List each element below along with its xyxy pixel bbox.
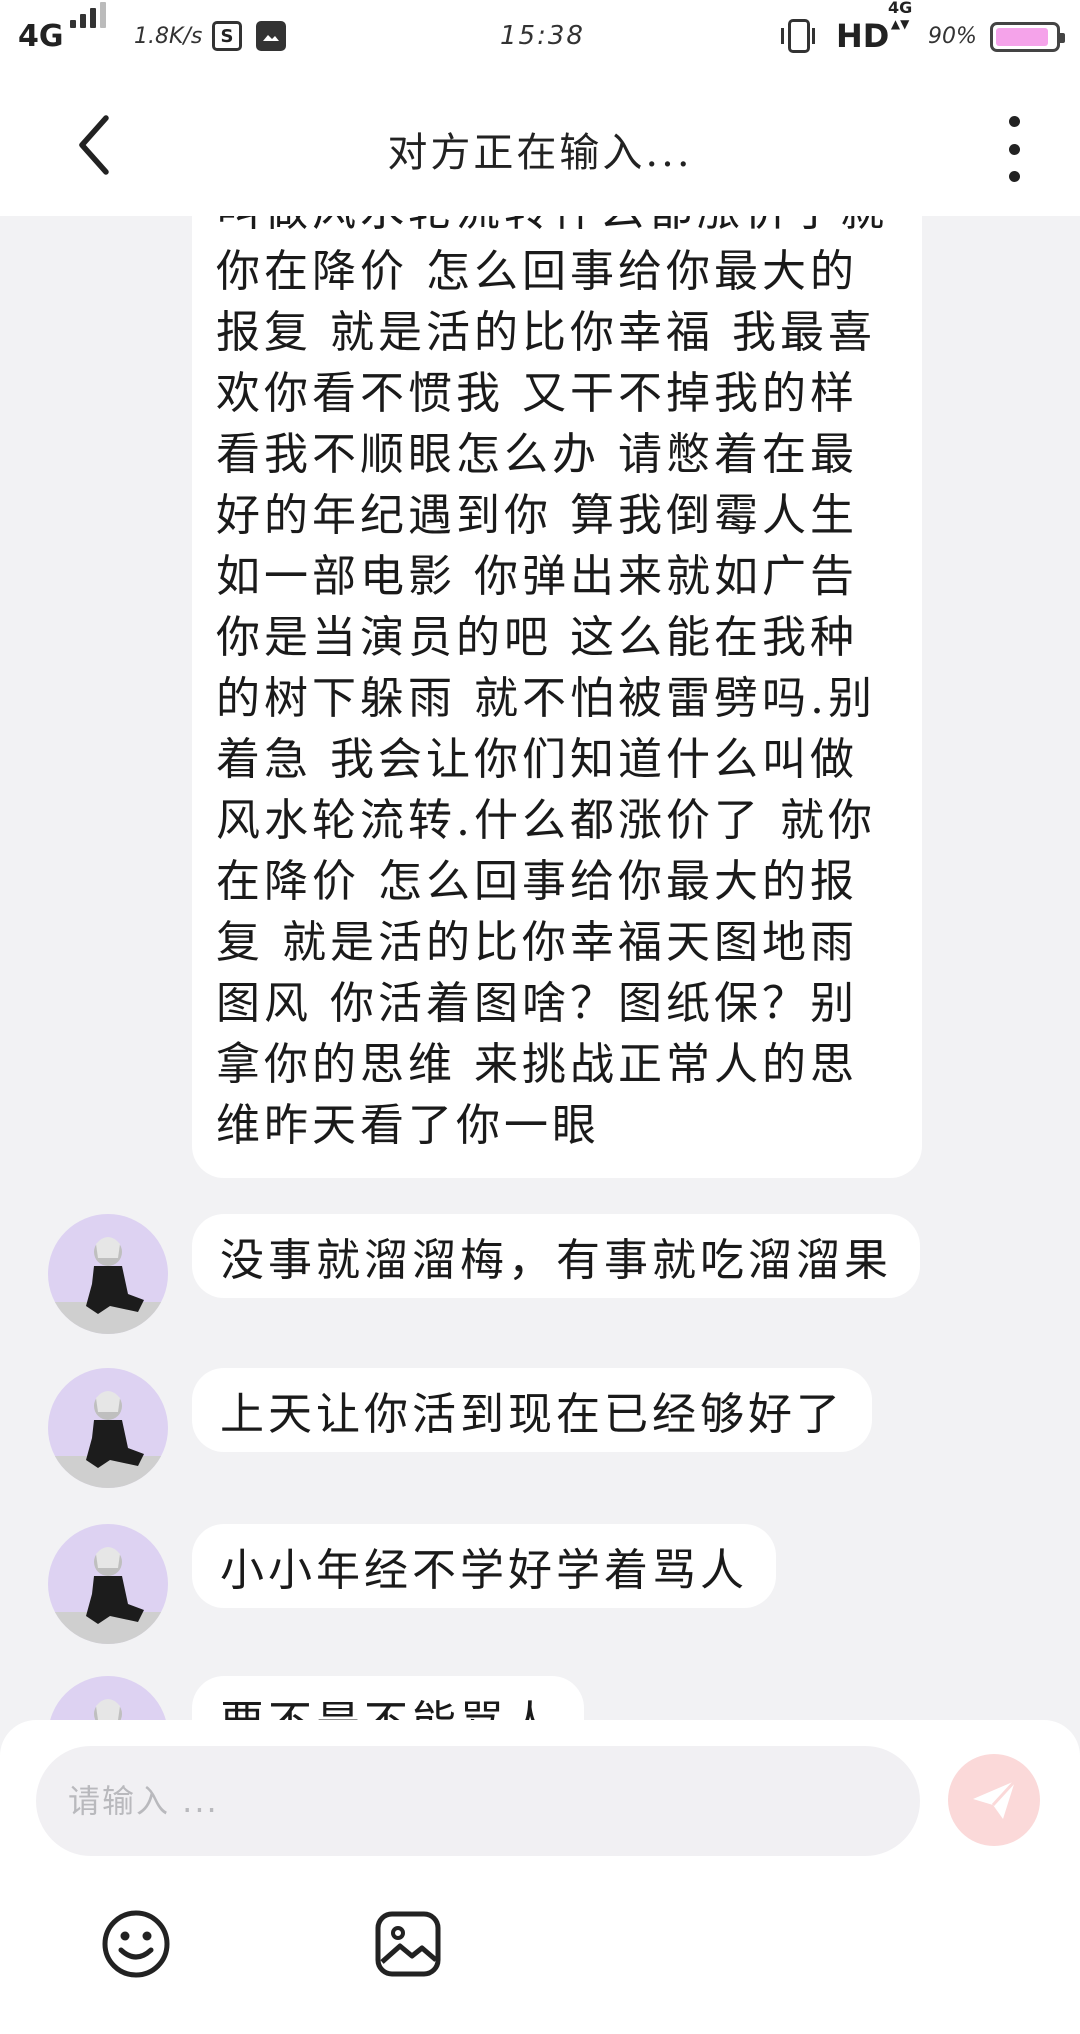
avatar-figure-icon	[48, 1547, 168, 1644]
message-bubble[interactable]: 小小年经不学好学着骂人	[192, 1524, 776, 1608]
status-bar: 4G 1.8K/s S 15:38 HD 4G ▲▼ 90%	[0, 0, 1080, 72]
message-bubble-long[interactable]: 叫做风水轮流转什么都涨价了就你在降价 怎么回事给你最大的报复 就是活的比你幸福 …	[192, 216, 922, 1178]
chat-screen: 4G 1.8K/s S 15:38 HD 4G ▲▼ 90% 对方正在输入...…	[0, 0, 1080, 2034]
clock: 15:38	[500, 21, 585, 51]
chat-header: 对方正在输入...	[0, 72, 1080, 216]
sim-icon: S	[212, 0, 242, 72]
message-bubble[interactable]: 要不是不能骂人	[192, 1676, 584, 1720]
battery-icon	[990, 22, 1065, 52]
network-speed: 1.8K/s	[134, 23, 203, 49]
message-input[interactable]	[66, 1781, 890, 1821]
page-title: 对方正在输入...	[387, 130, 693, 176]
more-options-button[interactable]	[994, 116, 1034, 182]
message-text: 叫做风水轮流转什么都涨价了就你在降价 怎么回事给你最大的报复 就是活的比你幸福 …	[216, 216, 884, 1151]
network-type: 4G	[18, 18, 64, 54]
emoji-icon	[102, 1910, 170, 1978]
send-icon	[973, 1779, 1017, 1819]
avatar-figure-icon	[48, 1391, 168, 1488]
emoji-button[interactable]	[100, 1908, 172, 1980]
composer	[0, 1720, 1080, 2034]
message-bubble[interactable]: 没事就溜溜梅，有事就吃溜溜果	[192, 1214, 920, 1298]
avatar[interactable]	[48, 1524, 168, 1644]
message-bubble[interactable]: 上天让你活到现在已经够好了	[192, 1368, 872, 1452]
send-button[interactable]	[948, 1754, 1040, 1846]
vibrate-icon	[781, 0, 815, 72]
avatar[interactable]	[48, 1368, 168, 1488]
signal-icon	[70, 0, 106, 50]
image-icon	[375, 1911, 441, 1977]
message-input-container[interactable]	[36, 1746, 920, 1856]
more-vertical-icon	[1008, 116, 1020, 127]
avatar[interactable]	[48, 1214, 168, 1334]
avatar-figure-icon	[94, 1699, 122, 1720]
hd-indicator: HD	[836, 17, 890, 55]
image-button[interactable]	[372, 1908, 444, 1980]
gallery-notification-icon	[256, 0, 286, 72]
data-type-indicator: 4G ▲▼	[888, 0, 913, 31]
message-list[interactable]: 叫做风水轮流转什么都涨价了就你在降价 怎么回事给你最大的报复 就是活的比你幸福 …	[0, 216, 1080, 1720]
avatar[interactable]	[48, 1676, 168, 1720]
battery-percent: 90%	[928, 23, 977, 49]
avatar-figure-icon	[48, 1237, 168, 1334]
battery-fill	[996, 28, 1049, 46]
